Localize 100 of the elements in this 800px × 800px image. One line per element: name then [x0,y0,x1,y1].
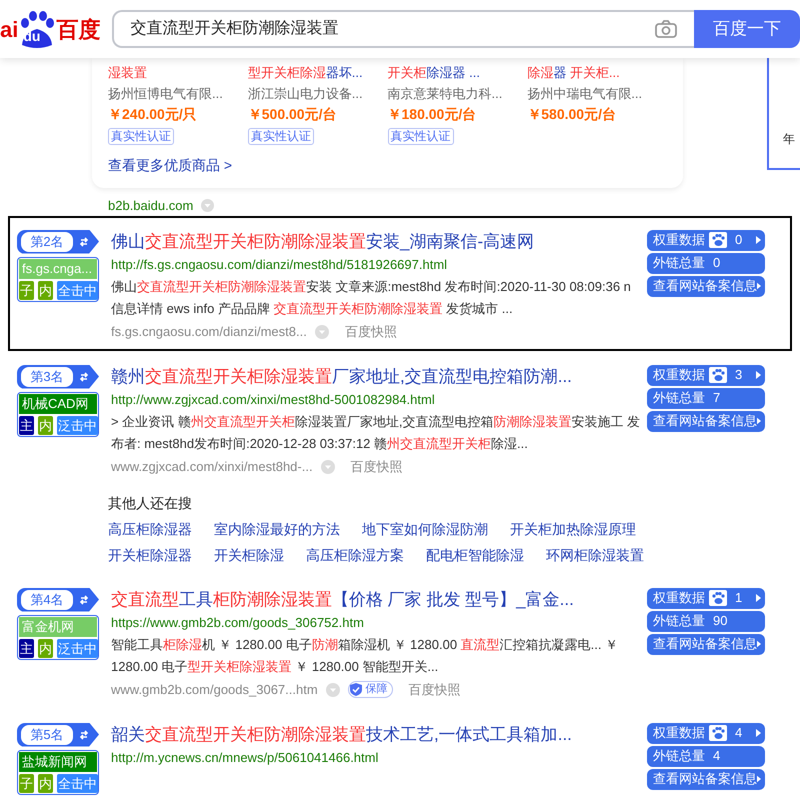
dropdown-icon[interactable] [201,199,214,212]
site-tag: 泛击中 [57,638,98,658]
rank-badge[interactable]: 第5名 [17,722,99,746]
shield-icon [350,683,362,696]
product-price: ￥500.00元/台 [248,105,338,124]
site-tag: 内 [38,416,53,434]
weight-data-button[interactable]: 权重数据 0 [647,230,765,250]
site-name: fs.gs.cnga... [19,258,97,278]
weight-data-button[interactable]: 权重数据 3 [647,364,765,386]
site-record-button[interactable]: 查看网站备案信息 [647,276,765,296]
paw-icon [709,725,727,741]
result-snippet: 智能工具柜除湿机 ￥ 1280.00 电子防潮箱除湿机 ￥ 1280.00 直流型汇控箱抗凝露电... ￥ 1280.00 电子型开关柜除湿装置 ￥ 1280.00 智能型开关... [111,636,620,676]
site-name: 机械CAD网 [19,394,97,414]
site-tag: 主 [19,638,34,658]
result-url[interactable]: http://m.ycnews.cn/mnews/p/5061041466.html [111,746,643,768]
result-title-link[interactable]: 韶关交直流型开关柜防潮除湿装置技术工艺,一体式工具箱加... [111,722,643,746]
caret-icon [757,775,761,783]
backlinks-count: 外链总量 4 [647,746,765,766]
result-url[interactable]: http://fs.gs.cngaosu.com/dianzi/mest8hd/5181926697.html [111,254,643,276]
site-tag: 全击中 [57,774,98,792]
result-title-link[interactable]: 佛山交直流型开关柜防潮除湿装置安装_湖南聚信-高速网 [111,230,643,254]
product-title[interactable]: 除湿器 开关柜... [527,62,667,83]
verified-badge: 真实性认证 [248,128,314,145]
search-button[interactable]: 百度一下 [694,10,800,48]
result-url[interactable]: http://www.zgjxcad.com/xinxi/mest8hd-5001082984.html [111,388,643,410]
caret-icon [757,640,761,648]
product-seller: 南京意莱特电力科... [388,85,504,103]
site-name: 富金机网 [19,616,97,636]
related-search-link[interactable]: 高压柜除湿器 [108,516,192,542]
product-seller: 扬州恒博电气有限... [108,85,224,103]
product-title[interactable]: 开关柜除湿器 ... [388,62,528,83]
dropdown-icon[interactable] [314,324,329,338]
result-cite[interactable]: www.zgjxcad.com/xinxi/mest8hd-... [111,454,313,478]
product-price: ￥580.00元/台 [527,105,617,124]
logo-text: ai [0,16,18,44]
result-url[interactable]: https://www.gmb2b.com/goods_306752.htm [111,612,643,634]
snapshot-link[interactable]: 百度快照 [350,454,403,478]
more-products-link[interactable]: 查看更多优质商品 > [108,157,232,173]
result-snippet: 佛山交直流型开关柜防潮除湿装置安装 文章来源:mest8hd 发布时间:2020-11-30 08:09:36 n 信息详情 ews info 产品品牌 交直流型开关柜防潮除湿装置 发货城市 ... [111,278,632,318]
site-tag: 泛击中 [57,416,98,434]
product-title[interactable]: 湿装置 [108,62,248,83]
site-tag: 子 [19,774,34,792]
rank-badge[interactable]: 第3名 [17,364,99,388]
related-search-link[interactable]: 配电柜智能除湿 [426,542,524,568]
rank-badge[interactable]: 第4名 [17,588,99,612]
backlinks-count: 外链总量 90 [647,610,765,632]
caret-icon [756,594,761,602]
backlinks-count: 外链总量 7 [647,388,765,408]
related-search-link[interactable]: 环网柜除湿装置 [546,542,644,568]
guarantee-badge: 保障 [348,681,393,698]
site-tag: 内 [38,638,53,658]
site-tag: 子 [19,280,34,300]
site-tag: 内 [38,280,53,300]
rank-badge[interactable]: 第2名 [17,230,99,254]
paw-icon [709,590,727,606]
related-search-link[interactable]: 地下室如何除湿防潮 [362,516,488,542]
caret-icon [756,729,761,737]
product-price: ￥240.00元/只 [108,105,198,124]
site-record-button[interactable]: 查看网站备案信息 [647,634,765,654]
site-tag: 全击中 [57,280,98,300]
caret-icon [757,417,761,425]
product-price: ￥180.00元/台 [388,105,478,124]
related-search-link[interactable]: 高压柜除湿方案 [306,542,404,568]
verified-badge: 真实性认证 [108,128,174,145]
result-title-link[interactable]: 赣州交直流型开关柜除湿装置厂家地址,交直流型电控箱防潮... [111,364,643,388]
snapshot-link[interactable]: 百度快照 [408,678,461,702]
search-field[interactable]: 交直流型开关柜防潮除湿装置 [112,10,694,48]
dropdown-icon[interactable] [326,682,340,696]
snapshot-link[interactable]: 百度快照 [344,320,397,344]
backlinks-count: 外链总量 0 [647,252,765,274]
verified-badge: 真实性认证 [388,128,454,145]
product-title[interactable]: 型开关柜除湿器坏... [248,62,388,83]
related-search-link[interactable]: 室内除湿最好的方法 [214,516,340,542]
related-search-link[interactable]: 开关柜加热除湿原理 [510,516,636,542]
related-search-link[interactable]: 开关柜除湿器 [108,542,192,568]
site-tag: 主 [19,416,34,434]
related-search-link[interactable]: 开关柜除湿 [214,542,284,568]
side-panel-text: 年 [783,132,795,146]
dropdown-icon[interactable] [320,460,335,474]
result-cite[interactable]: www.gmb2b.com/goods_3067...htm [111,678,318,702]
result-title-link[interactable]: 交直流型工具柜防潮除湿装置【价格 厂家 批发 型号】_富金... [111,588,643,612]
result-cite[interactable]: fs.gs.cngaosu.com/dianzi/mest8... [111,320,307,344]
product-seller: 扬州中瑞电气有限... [527,85,644,103]
paw-icon [709,367,727,383]
camera-icon[interactable] [654,19,678,39]
site-record-button[interactable]: 查看网站备案信息 [647,768,765,790]
related-searches-heading: 其他人还在搜 [108,494,193,512]
source-domain: b2b.baidu.com [108,197,194,215]
weight-data-button[interactable]: 权重数据 4 [647,722,765,744]
weight-data-button[interactable]: 权重数据 1 [647,588,765,608]
paw-icon [709,232,727,248]
caret-icon [756,236,761,244]
logo-text: 百度 [56,16,100,44]
product-seller: 浙江崇山电力设备... [248,85,364,103]
caret-icon [756,371,761,379]
result-snippet: > 企业资讯 赣州交直流型开关柜除湿装置厂家地址,交直流型电控箱防潮除湿装置安装施工 发布者: mest8hd发布时间:2020-12-28 03:37:12 赣州交直流型开关柜除湿... [111,412,642,452]
site-record-button[interactable]: 查看网站备案信息 [647,410,765,432]
caret-icon [757,282,761,290]
site-name: 盐城新闻网 [19,752,97,772]
site-tag: 内 [38,774,53,792]
